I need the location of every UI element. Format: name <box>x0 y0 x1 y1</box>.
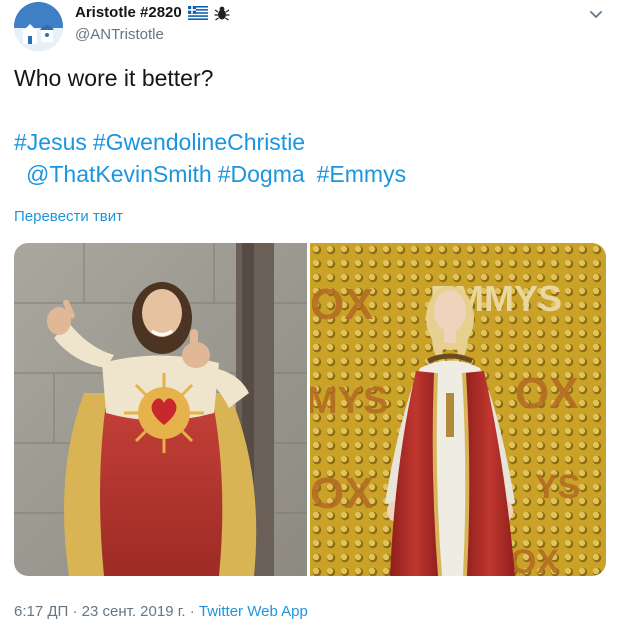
photo-emmys-red-carpet[interactable]: OX MYS OX OX YS OX EMMYS <box>310 243 606 576</box>
avatar-image <box>14 2 63 51</box>
tweet-time[interactable]: 6:17 ДП <box>14 603 68 620</box>
bug-icon <box>214 5 230 21</box>
svg-text:YS: YS <box>535 468 580 506</box>
greek-flag-icon <box>187 5 208 20</box>
user-handle[interactable]: @ANTristotle <box>75 26 164 43</box>
svg-text:OX: OX <box>510 543 559 576</box>
tweet: Aristotle #2820 @ANTristotle Who wore it… <box>0 0 620 626</box>
backdrop-text-fox: OX <box>310 280 374 329</box>
svg-text:MYS: MYS <box>310 380 388 422</box>
svg-text:OX: OX <box>310 469 374 518</box>
meta-separator: · <box>72 603 78 620</box>
tweet-text: Who wore it better? <box>14 65 214 91</box>
photo-buddy-christ-statue[interactable] <box>14 243 307 576</box>
avatar[interactable] <box>14 2 63 51</box>
svg-text:OX: OX <box>515 369 579 418</box>
mention-link[interactable]: @ThatKevinSmith <box>26 161 212 187</box>
meta-separator: · <box>189 603 195 620</box>
tweet-date[interactable]: 23 сент. 2019 г. <box>82 603 186 620</box>
translate-tweet-link[interactable]: Перевести твит <box>14 208 123 225</box>
tweet-meta: 6:17 ДП · 23 сент. 2019 г. · Twitter Web… <box>14 603 308 620</box>
hashtag-link[interactable]: #Dogma <box>218 161 305 187</box>
hashtag-link[interactable]: #GwendolineChristie <box>93 129 305 155</box>
chevron-down-icon[interactable] <box>588 6 604 22</box>
tweet-media: OX MYS OX OX YS OX EMMYS <box>14 243 606 576</box>
hashtag-link[interactable]: #Emmys <box>317 161 406 187</box>
tweet-source-link[interactable]: Twitter Web App <box>199 603 308 620</box>
display-name[interactable]: Aristotle #2820 <box>75 4 182 21</box>
hashtags-line-2: @ThatKevinSmith #Dogma #Emmys <box>26 158 406 190</box>
hashtags-line-1: #Jesus #GwendolineChristie <box>14 126 305 158</box>
hashtag-link[interactable]: #Jesus <box>14 129 87 155</box>
user-name-row: Aristotle #2820 <box>75 4 230 21</box>
